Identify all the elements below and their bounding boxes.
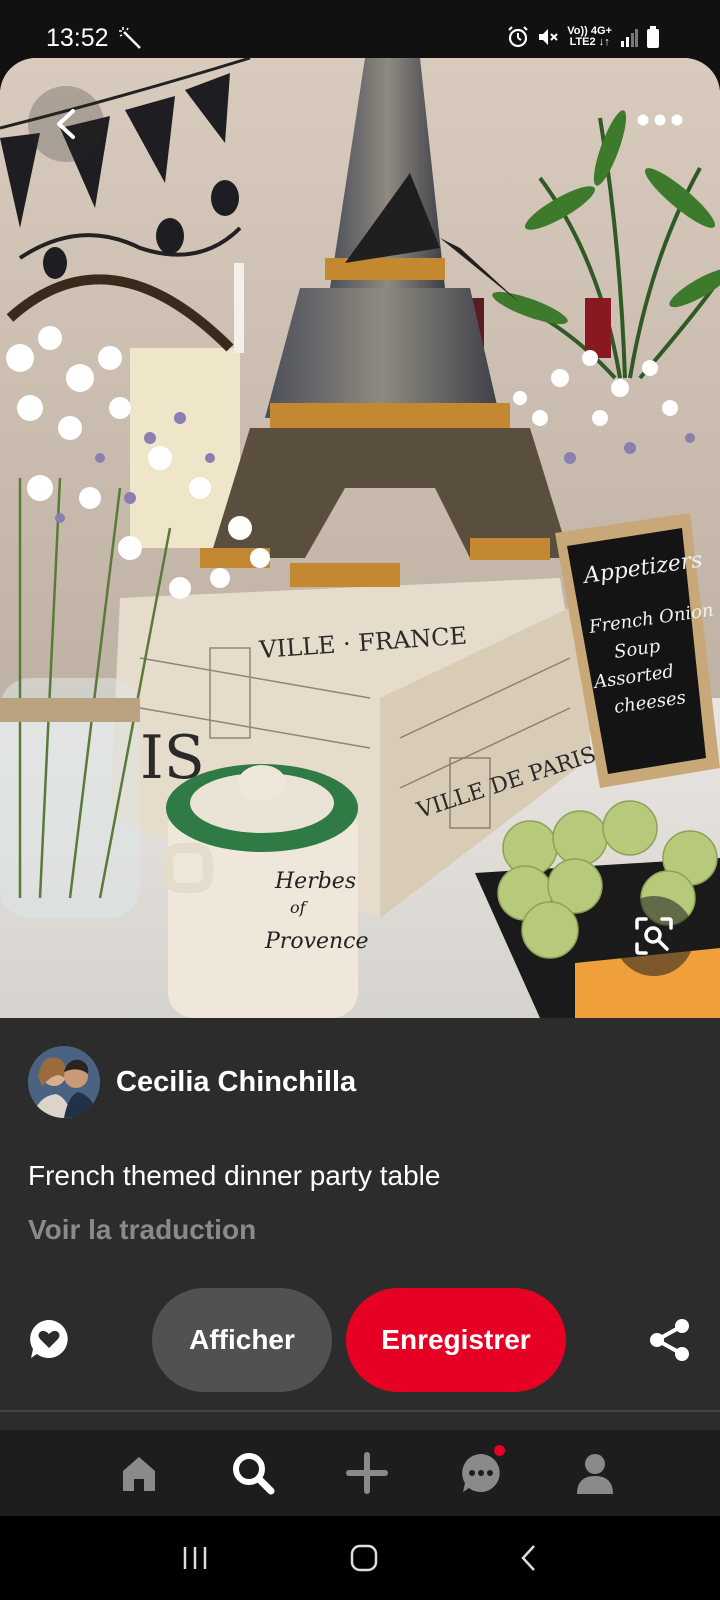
- share-icon: [650, 1319, 689, 1361]
- jar-label-1: Herbes: [274, 869, 356, 894]
- magic-wand-icon: [119, 27, 141, 49]
- share-button[interactable]: [648, 1318, 692, 1362]
- home-button-icon[interactable]: [349, 1543, 379, 1573]
- nav-messages[interactable]: [459, 1445, 505, 1495]
- status-time: 13:52: [46, 24, 109, 52]
- add-icon: [346, 1452, 388, 1494]
- author-row[interactable]: Cecilia Chinchilla: [28, 1046, 356, 1118]
- pin-image[interactable]: IS VILLE DE PARIS VILLE · FRANCE Appetiz…: [0, 58, 720, 1018]
- nav-create[interactable]: [345, 1451, 389, 1495]
- back-arrow-icon: [57, 109, 75, 139]
- recents-icon[interactable]: [180, 1544, 210, 1572]
- nav-search[interactable]: [231, 1451, 275, 1495]
- search-icon: [233, 1453, 275, 1495]
- visit-button[interactable]: Afficher: [152, 1288, 332, 1392]
- visual-search-button[interactable]: [614, 896, 694, 976]
- signal-icon: [621, 29, 638, 47]
- bottom-nav: [0, 1430, 720, 1516]
- jar-label-3: Provence: [264, 929, 369, 954]
- nav-home[interactable]: [117, 1451, 161, 1495]
- network-indicator: Vo)) 4G+ LTE2 ↓↑: [567, 26, 612, 48]
- comment-heart-icon: [30, 1320, 68, 1358]
- messages-icon: [462, 1454, 500, 1492]
- pin-details-panel: Cecilia Chinchilla French themed dinner …: [0, 1018, 720, 1430]
- back-nav-icon[interactable]: [518, 1543, 540, 1573]
- author-name[interactable]: Cecilia Chinchilla: [116, 1066, 356, 1099]
- avatar[interactable]: [28, 1046, 100, 1118]
- translate-link[interactable]: Voir la traduction: [28, 1214, 256, 1246]
- system-nav: [0, 1516, 720, 1600]
- battery-icon: [647, 26, 659, 48]
- more-options-button[interactable]: [630, 102, 690, 138]
- comment-button[interactable]: [28, 1318, 70, 1360]
- save-button[interactable]: Enregistrer: [346, 1288, 566, 1392]
- notification-dot: [494, 1445, 505, 1456]
- nav-profile[interactable]: [573, 1451, 617, 1495]
- home-icon: [123, 1457, 155, 1491]
- pin-title: French themed dinner party table: [28, 1160, 441, 1191]
- status-bar: 13:52 Vo)) 4G+ LTE2 ↓↑: [0, 0, 720, 58]
- scene-illustration: IS VILLE DE PARIS VILLE · FRANCE Appetiz…: [0, 58, 720, 1018]
- divider: [0, 1410, 720, 1412]
- more-dots-icon: [637, 114, 683, 126]
- profile-icon: [577, 1454, 613, 1494]
- alarm-icon: [508, 26, 528, 48]
- network-bottom: LTE2 ↓↑: [569, 36, 610, 48]
- back-button[interactable]: [28, 86, 104, 162]
- visual-search-icon: [635, 917, 673, 955]
- mute-icon: [539, 29, 558, 45]
